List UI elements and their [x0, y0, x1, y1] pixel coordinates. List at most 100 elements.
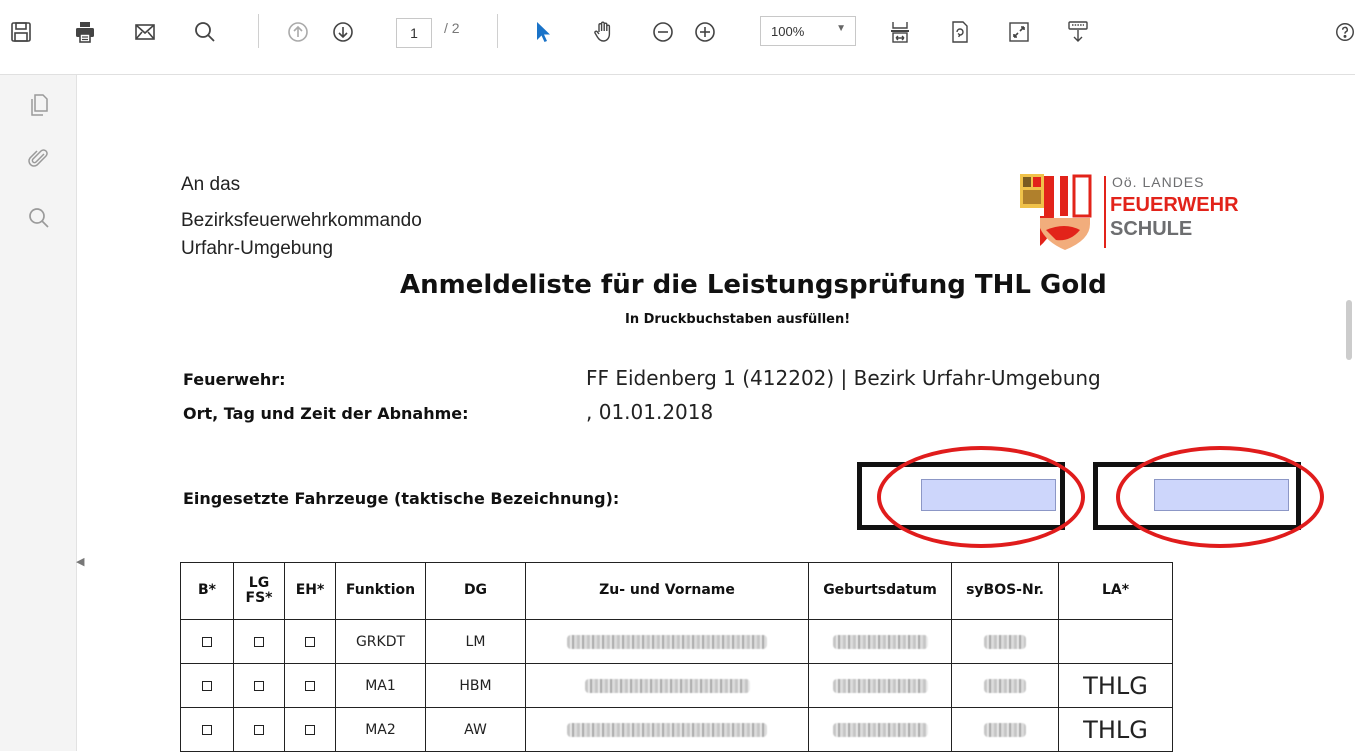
next-page-icon[interactable] — [328, 17, 358, 47]
pdf-toolbar: 1 / 2 100% ▼ — [0, 0, 1355, 75]
ort-tag-zeit-label: Ort, Tag und Zeit der Abnahme: — [183, 404, 469, 423]
eh-checkbox[interactable] — [305, 680, 315, 691]
geburtsdatum-cell — [808, 619, 952, 664]
annotation-circle — [1116, 446, 1324, 548]
download-icon[interactable] — [1063, 17, 1093, 47]
eh-checkbox-cell — [284, 663, 336, 708]
header-geburtsdatum: Geburtsdatum — [808, 562, 952, 620]
page-number-input[interactable]: 1 — [396, 18, 432, 48]
lg-fs-checkbox-cell — [233, 663, 285, 708]
b-checkbox-cell — [180, 663, 234, 708]
name-cell — [525, 707, 809, 752]
fullscreen-icon[interactable] — [1004, 17, 1034, 47]
b-checkbox[interactable] — [202, 680, 212, 691]
table-row: MA2 AW THLG — [180, 707, 1173, 752]
sybos-cell — [951, 707, 1059, 752]
zoom-in-icon[interactable] — [690, 17, 720, 47]
sybos-cell — [951, 619, 1059, 664]
annotation-circle — [877, 446, 1085, 548]
eh-checkbox[interactable] — [305, 636, 315, 647]
find-icon[interactable] — [24, 203, 54, 233]
logo-crest-icon — [1020, 174, 1092, 250]
la-cell: THLG — [1058, 663, 1173, 708]
logo-divider — [1104, 176, 1106, 248]
name-cell — [525, 619, 809, 664]
redacted-name — [567, 722, 767, 737]
help-icon[interactable] — [1334, 17, 1355, 47]
b-checkbox-cell — [180, 707, 234, 752]
feuerwehr-schule-logo: Oö. LANDES FEUERWEHR SCHULE — [1020, 172, 1270, 252]
feuerwehr-value: FF Eidenberg 1 (412202) | Bezirk Urfahr-… — [586, 366, 1101, 390]
eh-checkbox[interactable] — [305, 724, 315, 735]
redacted-birthdate — [832, 634, 928, 649]
dg-cell: LM — [425, 619, 526, 664]
registration-table: B* LG FS* EH* Funktion DG Zu- und Vorname… — [180, 562, 1173, 752]
lg-fs-checkbox[interactable] — [254, 636, 264, 647]
email-icon[interactable] — [130, 17, 160, 47]
funktion-cell: MA1 — [335, 663, 426, 708]
address-line: An das — [181, 174, 241, 195]
select-cursor-icon[interactable] — [528, 17, 558, 47]
dg-cell: HBM — [425, 663, 526, 708]
lg-fs-checkbox-cell — [233, 707, 285, 752]
previous-page-icon[interactable] — [283, 17, 313, 47]
header-name: Zu- und Vorname — [525, 562, 809, 620]
lg-fs-checkbox[interactable] — [254, 724, 264, 735]
funktion-cell: MA2 — [335, 707, 426, 752]
header-lg-fs: LG FS* — [233, 562, 285, 620]
chevron-down-icon: ▼ — [836, 23, 846, 34]
header-la: LA* — [1058, 562, 1173, 620]
document-title: Anmeldeliste für die Leistungsprüfung TH… — [400, 270, 1107, 300]
redacted-birthdate — [832, 678, 928, 693]
header-sybos: syBOS-Nr. — [951, 562, 1059, 620]
save-icon[interactable] — [6, 17, 36, 47]
attachments-icon[interactable] — [24, 143, 54, 173]
fit-page-icon[interactable] — [885, 17, 915, 47]
la-cell — [1058, 619, 1173, 664]
b-checkbox-cell — [180, 619, 234, 664]
address-line: Bezirksfeuerwehrkommando — [181, 210, 422, 231]
lg-fs-checkbox[interactable] — [254, 680, 264, 691]
zoom-out-icon[interactable] — [648, 17, 678, 47]
toolbar-divider — [497, 14, 498, 48]
hand-tool-icon[interactable] — [588, 17, 618, 47]
name-cell — [525, 663, 809, 708]
eh-checkbox-cell — [284, 707, 336, 752]
table-row: GRKDT LM — [180, 619, 1173, 664]
header-b: B* — [180, 562, 234, 620]
page-total-label: / 2 — [444, 20, 460, 36]
ort-tag-zeit-value: , 01.01.2018 — [586, 400, 714, 424]
fahrzeuge-label: Eingesetzte Fahrzeuge (taktische Bezeich… — [183, 489, 620, 508]
print-icon[interactable] — [70, 17, 100, 47]
page-thumbnails-icon[interactable] — [24, 90, 54, 120]
logo-text-line1: Oö. LANDES — [1112, 174, 1205, 190]
header-lg-fs-line1: LG — [248, 574, 270, 591]
feuerwehr-label: Feuerwehr: — [183, 370, 286, 389]
document-subtitle: In Druckbuchstaben ausfüllen! — [625, 312, 851, 327]
collapse-sidebar-icon[interactable]: ◀ — [76, 555, 84, 568]
funktion-cell: GRKDT — [335, 619, 426, 664]
header-funktion: Funktion — [335, 562, 426, 620]
b-checkbox[interactable] — [202, 636, 212, 647]
redacted-birthdate — [832, 722, 928, 737]
header-eh: EH* — [284, 562, 336, 620]
logo-text-line3: SCHULE — [1110, 218, 1193, 240]
redacted-name — [584, 678, 750, 693]
geburtsdatum-cell — [808, 663, 952, 708]
table-row: MA1 HBM THLG — [180, 663, 1173, 708]
redacted-name — [567, 634, 767, 649]
dg-cell: AW — [425, 707, 526, 752]
b-checkbox[interactable] — [202, 724, 212, 735]
rotate-page-icon[interactable] — [945, 17, 975, 47]
address-line: Urfahr-Umgebung — [181, 238, 334, 259]
left-sidebar — [0, 75, 77, 751]
geburtsdatum-cell — [808, 707, 952, 752]
search-icon[interactable] — [190, 17, 220, 47]
redacted-sybos — [984, 634, 1026, 649]
vertical-scrollbar[interactable] — [1346, 300, 1352, 360]
logo-text-line2: FEUERWEHR — [1110, 194, 1239, 216]
la-cell: THLG — [1058, 707, 1173, 752]
header-dg: DG — [425, 562, 526, 620]
zoom-level-value: 100% — [771, 23, 805, 39]
zoom-level-dropdown[interactable]: 100% ▼ — [760, 16, 856, 46]
